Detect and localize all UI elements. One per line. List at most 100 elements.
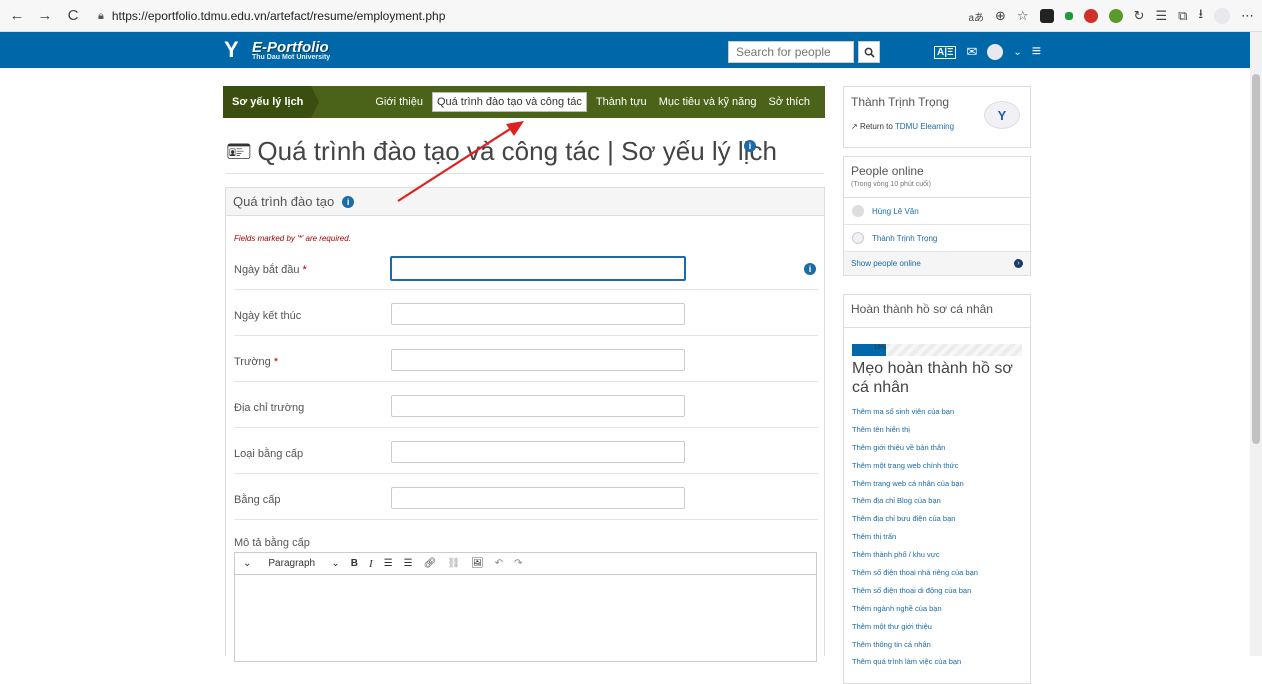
people-online-box: People online (Trong vòng 10 phút cuối) … — [843, 156, 1031, 276]
page-scrollbar[interactable] — [1250, 32, 1262, 656]
info-icon[interactable]: i — [744, 140, 756, 152]
profile-tip-link[interactable]: Thêm thành phố / khu vực — [852, 546, 1030, 564]
school-address-input[interactable] — [391, 395, 685, 417]
zoom-icon[interactable]: ⊕ — [995, 8, 1006, 24]
profile-completion-title: Hoàn thành hồ sơ cá nhân — [844, 295, 1030, 328]
link-icon[interactable]: 🔗︎ — [424, 558, 437, 569]
more-menu-icon[interactable]: ⋯ — [1241, 8, 1254, 24]
toolbar-toggle-icon[interactable]: ⌄ — [243, 558, 251, 569]
unlink-icon[interactable]: ⛓︎ — [447, 558, 460, 569]
tab-interests[interactable]: Sở thích — [766, 93, 813, 111]
tips-list: Thêm ma số sinh viên của bạn Thêm tên hiể… — [852, 403, 1030, 671]
chevron-down-icon[interactable]: ⌄ — [1013, 47, 1021, 58]
degree-description-editor[interactable]: ⌄ Paragraph ⌄ B I ☰ ☰ 🔗︎ ⛓︎ 🖼︎ ↶ ↷ — [234, 552, 817, 662]
profile-tip-link[interactable]: Thêm quá trình làm việc của bạn — [852, 653, 1030, 671]
info-icon[interactable]: i — [804, 263, 816, 275]
progress-label: 10% — [874, 345, 887, 351]
bullet-list-icon[interactable]: ☰ — [384, 558, 393, 569]
editor-body[interactable] — [235, 575, 816, 661]
back-button[interactable]: ← — [6, 5, 28, 27]
school-label: Trường * — [234, 356, 279, 368]
profile-tip-link[interactable]: Thêm địa chỉ Blog của bạn — [852, 492, 1030, 510]
extension-icon[interactable] — [1039, 9, 1054, 23]
site-logo[interactable]: Y E-Portfolio Thu Dau Mot University — [224, 35, 330, 65]
search-button[interactable] — [858, 41, 880, 63]
image-icon[interactable]: 🖼︎ — [471, 558, 484, 569]
person-avatar — [852, 205, 864, 217]
profile-tip-link[interactable]: Thêm một trang web chính thức — [852, 457, 1030, 475]
forward-button[interactable]: → — [34, 5, 56, 27]
start-date-input[interactable] — [390, 256, 686, 281]
profile-tip-link[interactable]: Thêm ma số sinh viên của bạn — [852, 403, 1030, 421]
person-item[interactable]: Thành Trịnh Trọng — [844, 225, 1030, 252]
person-avatar — [852, 232, 864, 244]
profile-tip-link[interactable]: Thêm số điện thoại di động của bạn — [852, 582, 1030, 600]
profile-tip-link[interactable]: Thêm ngành nghề của bạn — [852, 600, 1030, 618]
italic-icon[interactable]: I — [369, 558, 373, 570]
numbered-list-icon[interactable]: ☰ — [404, 558, 413, 569]
favorites-list-icon[interactable]: ☰ — [1155, 8, 1167, 24]
profile-tip-link[interactable]: Thêm tên hiển thị — [852, 421, 1030, 439]
paragraph-select[interactable]: Paragraph — [268, 558, 320, 569]
profile-tip-link[interactable]: Thêm thông tin cá nhân — [852, 636, 1030, 654]
tab-achievements[interactable]: Thành tựu — [593, 93, 650, 111]
degree-input[interactable] — [391, 487, 685, 509]
extension-icon[interactable] — [1064, 12, 1073, 20]
scrollbar-thumb[interactable] — [1252, 74, 1260, 444]
user-name[interactable]: Thành Trịnh Trọng — [851, 95, 949, 109]
info-icon[interactable]: i — [342, 195, 355, 208]
arrow-right-icon: › — [1014, 259, 1023, 268]
logo-mark-icon: Y — [224, 37, 239, 62]
mail-icon[interactable]: ✉ — [966, 44, 977, 60]
download-icon[interactable]: ⭳ — [1198, 5, 1203, 27]
tab-goals-skills[interactable]: Mục tiêu và kỹ năng — [656, 93, 760, 111]
extension-icon[interactable] — [1108, 9, 1123, 23]
user-box: Thành Trịnh Trọng Y ↗︎ Return to TDMU El… — [843, 86, 1031, 148]
browser-tools: aあ ⊕ ☆ ↻ ☰ ⧉ ⭳ ⋯ — [968, 0, 1254, 32]
profile-tip-link[interactable]: Thêm thị trấn — [852, 528, 1030, 546]
favorite-icon[interactable]: ☆ — [1017, 8, 1029, 24]
degree-label: Bằng cấp — [234, 494, 281, 506]
lock-icon: 🔒︎ — [98, 9, 104, 22]
page-title-text: Quá trình đào tạo và công tác | Sơ yếu l… — [257, 136, 777, 166]
bold-icon[interactable]: B — [351, 558, 358, 569]
profile-tip-link[interactable]: Thêm trang web cá nhân của bạn — [852, 475, 1030, 493]
menu-icon[interactable]: ≡ — [1032, 43, 1041, 61]
section-title: Quá trình đào tạo — [233, 194, 335, 209]
contact-card-icon: 🪪︎ — [226, 141, 252, 163]
profile-tip-link[interactable]: Thêm một thư giới thiệu — [852, 618, 1030, 636]
user-avatar-icon[interactable] — [987, 44, 1004, 60]
browser-toolbar: ← → C 🔒︎ https://eportfolio.tdmu.edu.vn/… — [0, 0, 1262, 32]
required-fields-note: Fields marked by '*' are required. — [234, 234, 351, 243]
end-date-input[interactable] — [391, 303, 685, 325]
people-search-input[interactable] — [728, 41, 854, 63]
undo-icon[interactable]: ↶ — [495, 558, 503, 569]
tab-introduction[interactable]: Giới thiệu — [372, 93, 426, 111]
reload-button[interactable]: C — [62, 5, 84, 27]
form-row-start-date: Ngày bắt đầu * i — [234, 244, 818, 290]
return-link[interactable]: ↗︎ Return to TDMU Elearning — [851, 122, 954, 131]
show-people-online-link[interactable]: Show people online › — [844, 252, 1030, 275]
logo-subtitle: Thu Dau Mot University — [252, 54, 331, 61]
degree-type-input[interactable] — [391, 441, 685, 463]
redo-icon[interactable]: ↷ — [514, 558, 522, 569]
profile-avatar-icon[interactable] — [1214, 8, 1230, 24]
profile-tip-link[interactable]: Thêm địa chỉ bưu điện của bạn — [852, 510, 1030, 528]
people-online-title: People online — [851, 164, 924, 178]
refresh-extension-icon[interactable]: ↻ — [1134, 8, 1145, 24]
person-item[interactable]: Hùng Lê Văn — [844, 198, 1030, 225]
read-aloud-icon[interactable]: aあ — [968, 9, 984, 24]
tab-education-employment[interactable]: Quá trình đào tạo và công tác — [431, 92, 587, 112]
subnav-title[interactable]: Sơ yếu lý lịch — [223, 86, 319, 118]
adblock-icon[interactable] — [1083, 9, 1098, 23]
chevron-down-icon[interactable]: ⌄ — [331, 558, 339, 569]
language-icon[interactable]: A|Ξ — [934, 45, 957, 59]
school-input[interactable] — [391, 349, 685, 371]
address-bar[interactable]: 🔒︎ https://eportfolio.tdmu.edu.vn/artefa… — [98, 4, 868, 28]
user-avatar[interactable]: Y — [984, 101, 1020, 129]
profile-completion-box: Hoàn thành hồ sơ cá nhân 10% Mẹo hoàn th… — [843, 294, 1031, 684]
profile-tip-link[interactable]: Thêm số điện thoại nhà riêng của bạn — [852, 564, 1030, 582]
subnav-tabs: Giới thiệu Quá trình đào tạo và công tác… — [372, 92, 825, 112]
collections-icon[interactable]: ⧉ — [1178, 8, 1187, 24]
profile-tip-link[interactable]: Thêm giới thiệu về bản thân — [852, 439, 1030, 457]
